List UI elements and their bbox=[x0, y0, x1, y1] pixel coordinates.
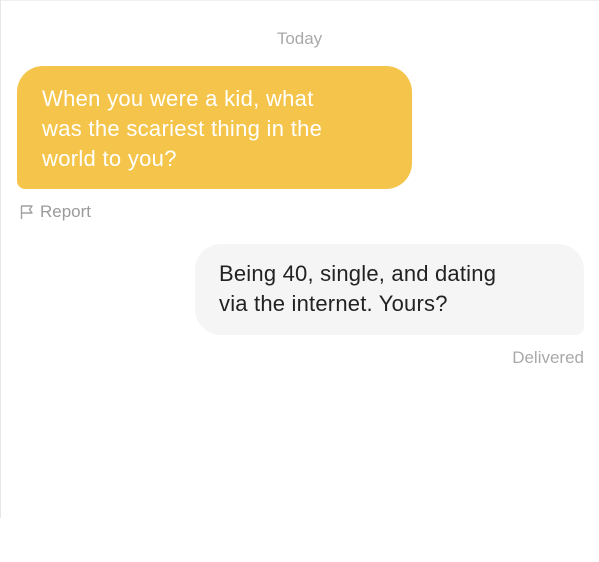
flag-icon bbox=[19, 204, 35, 220]
frame-top-border bbox=[0, 0, 599, 1]
delivery-status: Delivered bbox=[512, 348, 584, 367]
date-header: Today bbox=[276, 29, 323, 48]
report-button[interactable]: Report bbox=[19, 200, 91, 224]
report-label: Report bbox=[40, 202, 92, 221]
frame-left-border bbox=[0, 0, 1, 518]
incoming-message-text: When you were a kid, what was the scarie… bbox=[42, 86, 323, 171]
outgoing-message-bubble[interactable]: Being 40, single, and dating via the int… bbox=[195, 244, 584, 335]
incoming-message-bubble[interactable]: When you were a kid, what was the scarie… bbox=[17, 66, 412, 189]
outgoing-message-text: Being 40, single, and dating via the int… bbox=[219, 261, 497, 316]
